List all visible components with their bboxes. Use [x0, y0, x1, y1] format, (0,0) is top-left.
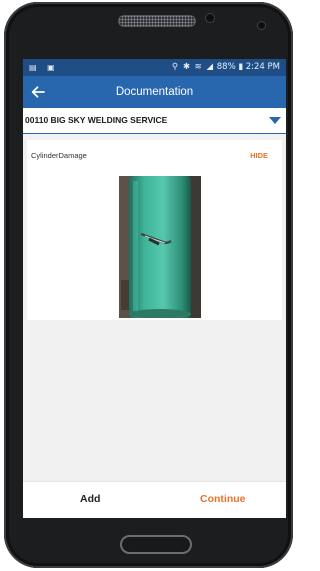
earpiece-speaker — [118, 15, 196, 27]
document-list: CylinderDamage HIDE — [23, 134, 286, 481]
proximity-sensor — [257, 21, 266, 30]
page-title: Documentation — [115, 86, 194, 98]
company-label: 00110 BIG SKY WELDING SERVICE — [25, 115, 168, 125]
status-right: ⚲ ✱ ≋ ◢ 88% ▮ 2:24 PM — [172, 59, 280, 76]
continue-button[interactable]: Continue — [200, 493, 246, 505]
bottom-action-bar: Add Continue — [23, 481, 286, 518]
company-selector[interactable]: 00110 BIG SKY WELDING SERVICE — [23, 108, 286, 134]
add-button[interactable]: Add — [80, 493, 100, 505]
home-button[interactable] — [120, 535, 192, 554]
document-name: CylinderDamage — [31, 151, 87, 160]
triangle-down-icon[interactable] — [269, 117, 281, 124]
signal-icons: ⚲ ✱ ≋ ◢ — [171, 62, 215, 72]
clock: 2:24 PM — [245, 62, 280, 72]
app-screen: ▤ ▣ ⚲ ✱ ≋ ◢ 88% ▮ 2:24 PM Documentation … — [23, 59, 286, 518]
notification-icons: ▤ ▣ — [29, 63, 59, 72]
hide-button[interactable]: HIDE — [250, 151, 268, 160]
battery-icon: ▮ — [238, 62, 244, 72]
battery-level: 88% — [216, 62, 236, 72]
document-card: CylinderDamage HIDE — [27, 140, 282, 320]
document-photo[interactable] — [119, 176, 201, 318]
status-bar: ▤ ▣ ⚲ ✱ ≋ ◢ 88% ▮ 2:24 PM — [23, 59, 286, 76]
app-bar: Documentation — [23, 76, 286, 108]
phone-frame: ▤ ▣ ⚲ ✱ ≋ ◢ 88% ▮ 2:24 PM Documentation … — [4, 2, 293, 568]
front-camera — [205, 13, 215, 23]
